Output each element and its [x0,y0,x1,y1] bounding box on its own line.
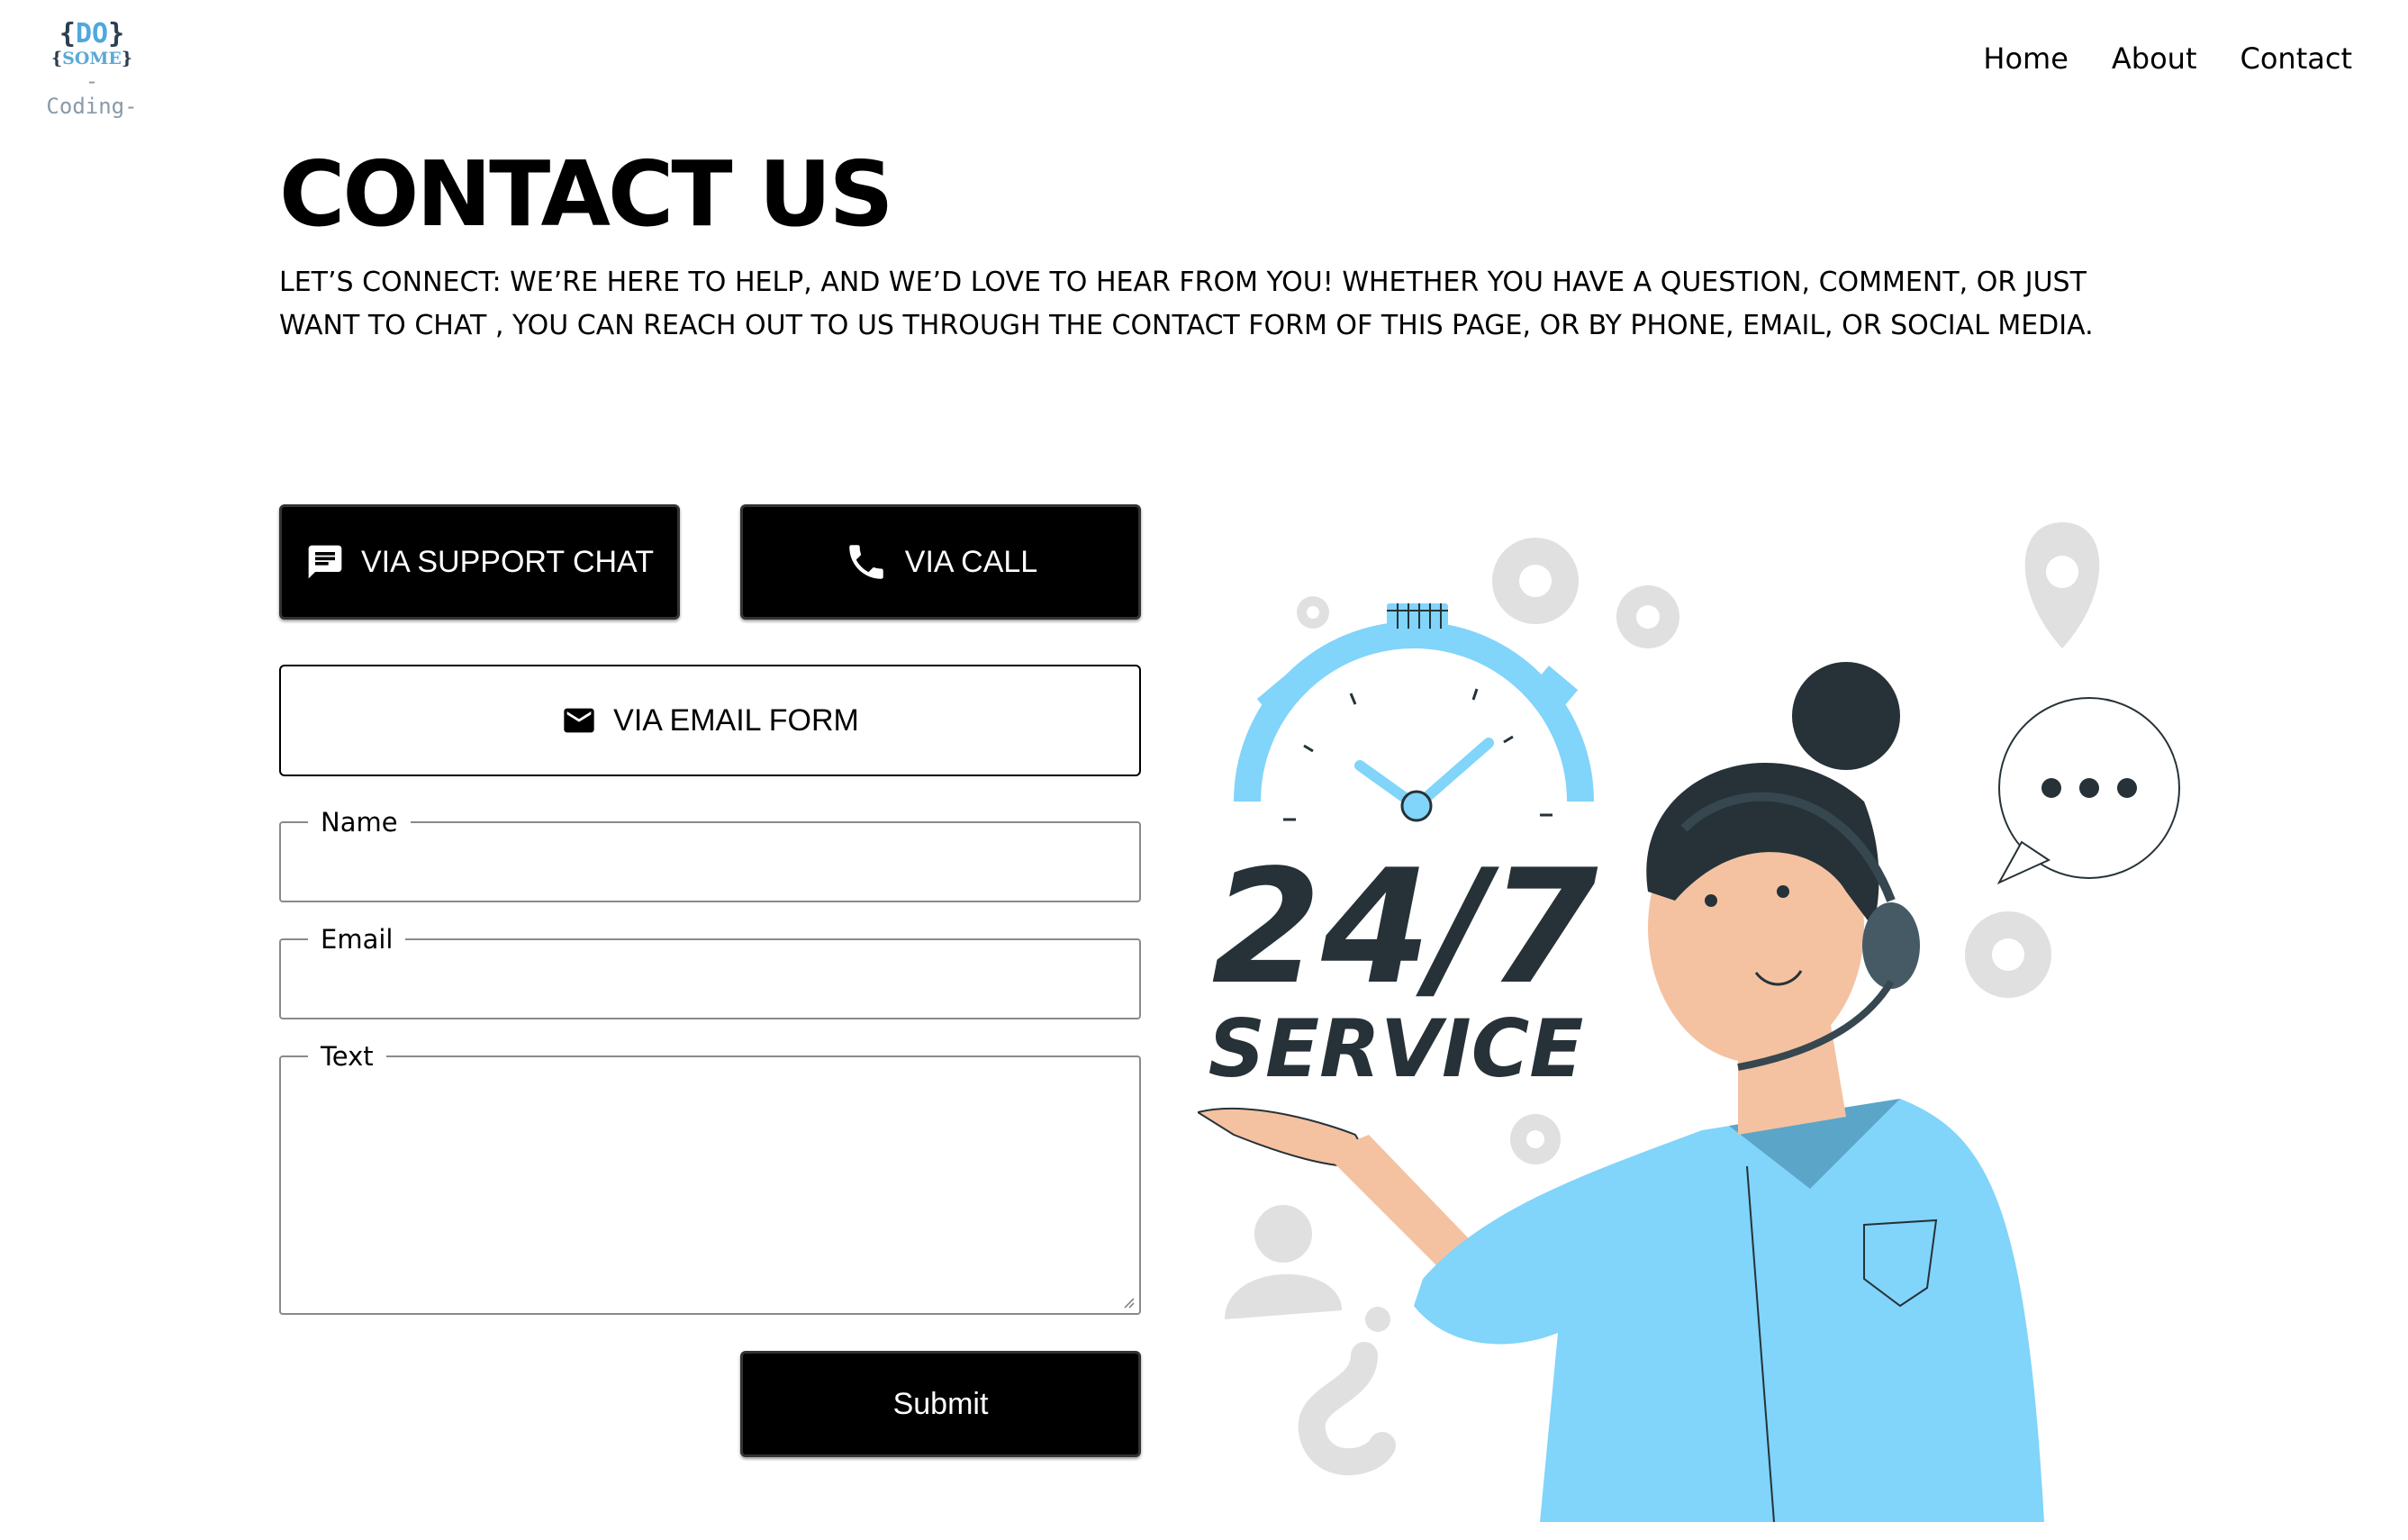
email-field: Email [279,924,1141,1019]
question-mark-icon [1298,1342,1396,1476]
intro-text: LET’S CONNECT: WE’RE HERE TO HELP, AND W… [279,267,2094,341]
user-silhouette-icon [1225,1205,1342,1319]
email-input[interactable] [281,940,1139,1018]
support-chat-label: VIA SUPPORT CHAT [361,544,654,579]
nav-about-link[interactable]: About [2112,41,2197,76]
speech-bubble-icon [1996,697,2180,885]
chat-icon [308,545,342,579]
name-input[interactable] [281,823,1139,901]
nav-home-link[interactable]: Home [1983,41,2069,76]
message-textarea[interactable] [281,1057,1139,1313]
phone-icon [849,545,883,579]
submit-label: Submit [892,1386,989,1421]
page-title: CONTACT US [279,141,894,247]
resize-grip-icon[interactable] [1121,1295,1136,1309]
support-chat-button[interactable]: VIA SUPPORT CHAT [279,504,680,620]
text-field: Text [279,1041,1141,1315]
call-label: VIA CALL [904,544,1038,579]
submit-button[interactable]: Submit [740,1351,1141,1457]
mail-icon [564,708,594,733]
nav-contact-link[interactable]: Contact [2241,41,2353,76]
illustration-24-7-text: 24/7 [1211,837,1598,1019]
call-button[interactable]: VIA CALL [740,504,1141,620]
email-form-button[interactable]: VIA EMAIL FORM [279,665,1141,776]
email-form-label: VIA EMAIL FORM [613,702,859,738]
stopwatch-icon [1234,603,1594,822]
main-nav: Home About Contact [1983,41,2352,76]
name-field: Name [279,807,1141,902]
support-illustration: 24/7 SERVICE [1198,522,2180,1522]
site-logo[interactable]: {DO} {SOME} -Coding- [43,20,140,120]
illustration-service-text: SERVICE [1209,1002,1584,1095]
